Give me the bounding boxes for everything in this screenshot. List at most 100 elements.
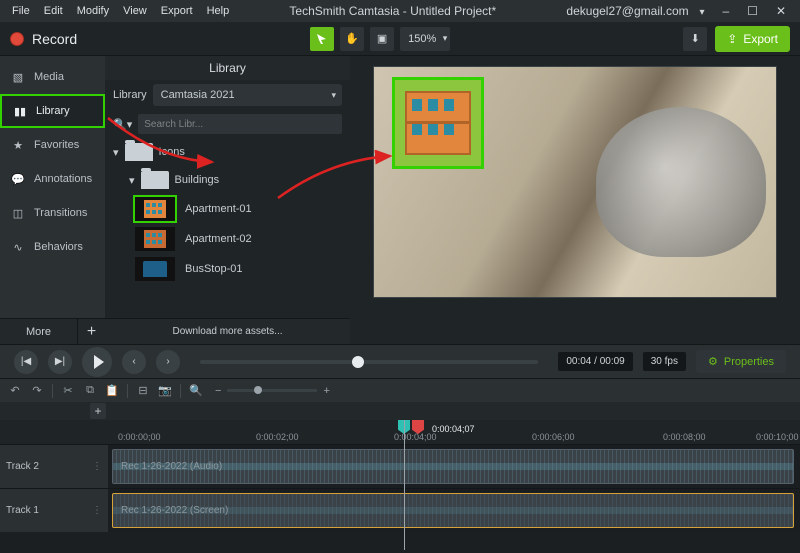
export-label: Export (743, 32, 778, 46)
zoom-in-icon[interactable]: + (323, 385, 329, 397)
library-search-input[interactable]: Search Libr... (138, 114, 342, 134)
library-asset-apartment-01[interactable]: Apartment-01 (113, 194, 342, 224)
sidebar-item-label: Favorites (34, 139, 79, 151)
sidebar-item-media[interactable]: ▧ Media (0, 60, 105, 94)
track-name: Track 2 (6, 461, 39, 472)
ruler-mark: 0:00:04;00 (394, 432, 437, 442)
export-button[interactable]: ⇪ Export (715, 26, 790, 52)
menu-file[interactable]: File (6, 3, 36, 19)
split-button[interactable]: ⊟ (136, 384, 150, 397)
canvas-preview[interactable] (373, 66, 777, 298)
sidebar-item-transitions[interactable]: ◫ Transitions (0, 196, 105, 230)
clip-screen[interactable]: Rec 1-26-2022 (Screen) (112, 493, 794, 528)
step-back-button[interactable]: ▶| (48, 350, 72, 374)
selected-asset-on-canvas[interactable] (392, 77, 484, 169)
scrubber-handle[interactable] (352, 356, 364, 368)
play-button[interactable] (82, 347, 112, 377)
screenshot-button[interactable]: 📷 (158, 384, 172, 397)
zoom-out-icon[interactable]: − (215, 385, 221, 397)
folder-icon (141, 171, 169, 189)
track-body[interactable]: Rec 1-26-2022 (Screen) (108, 489, 800, 532)
canvas-zoom-dropdown[interactable]: 150% (400, 27, 450, 51)
playback-scrubber[interactable] (200, 360, 538, 364)
prev-clip-button[interactable]: |◀ (14, 350, 38, 374)
video-content-kettle (596, 107, 766, 257)
star-icon: ★ (10, 139, 26, 151)
folder-icon (125, 143, 153, 161)
undo-button[interactable]: ↶ (8, 384, 22, 397)
zoom-find-button[interactable]: 🔍 (189, 384, 203, 397)
timeline-tool-row: ↶ ↷ ✂ ⧉ 📋 ⊟ 📷 🔍 − + (0, 378, 800, 402)
download-button[interactable]: ⬇ (683, 27, 707, 51)
zoom-handle[interactable] (254, 386, 262, 394)
cut-button[interactable]: ✂ (61, 384, 75, 397)
track-options-icon[interactable]: ⋮ (92, 461, 102, 472)
track-header[interactable]: Track 1 ⋮ (0, 489, 108, 532)
library-folder-icons[interactable]: ▾ Icons (113, 138, 342, 166)
track-name: Track 1 (6, 505, 39, 516)
asset-label: Apartment-01 (185, 203, 252, 215)
sidebar-item-behaviors[interactable]: ∿ Behaviors (0, 230, 105, 264)
library-folder-buildings[interactable]: ▾ Buildings (113, 166, 342, 194)
ruler-mark: 0:00:08;00 (663, 432, 706, 442)
record-button[interactable]: Record (10, 31, 77, 47)
sidebar-item-annotations[interactable]: 💬 Annotations (0, 162, 105, 196)
timeline-zoom-slider[interactable]: − + (215, 385, 330, 397)
cursor-tool-button[interactable] (310, 27, 334, 51)
timeline-ruler[interactable]: 0:00:04;07 0:00:00;00 0:00:02;00 0:00:04… (0, 420, 800, 444)
track-body[interactable]: Rec 1-26-2022 (Audio) (108, 445, 800, 488)
asset-thumbnail (135, 197, 175, 221)
sidebar-item-label: Media (34, 71, 64, 83)
playhead-line[interactable] (404, 420, 405, 550)
menu-bar: File Edit Modify View Export Help (6, 3, 235, 19)
step-forward-button[interactable]: ‹ (122, 350, 146, 374)
canvas-area (350, 56, 800, 344)
app-title: TechSmith Camtasia - Untitled Project* (235, 4, 550, 18)
sidebar-more-button[interactable]: More (0, 318, 77, 344)
menu-edit[interactable]: Edit (38, 3, 69, 19)
sidebar-add-button[interactable]: + (77, 318, 105, 344)
asset-label: BusStop-01 (185, 263, 242, 275)
menu-export[interactable]: Export (155, 3, 199, 19)
account-email[interactable]: dekugel27@gmail.com ▾ (550, 4, 712, 18)
pan-tool-button[interactable]: ✋ (340, 27, 364, 51)
sidebar-item-favorites[interactable]: ★ Favorites (0, 128, 105, 162)
library-tree: ▾ Icons ▾ Buildings Apartment-01 Apartme… (105, 138, 350, 318)
asset-thumbnail (135, 257, 175, 281)
clip-audio[interactable]: Rec 1-26-2022 (Audio) (112, 449, 794, 484)
playback-time: 00:04 / 00:09 (558, 352, 632, 371)
main-area: ▧ Media ▮▮ Library ★ Favorites 💬 Annotat… (0, 56, 800, 344)
sidebar-item-library[interactable]: ▮▮ Library (0, 94, 105, 128)
sidebar-item-label: Behaviors (34, 241, 83, 253)
sidebar-item-label: Annotations (34, 173, 92, 185)
menu-help[interactable]: Help (201, 3, 236, 19)
library-asset-apartment-02[interactable]: Apartment-02 (113, 224, 342, 254)
chevron-down-icon: ▾ (113, 146, 119, 159)
download-more-assets-link[interactable]: Download more assets... (105, 318, 350, 344)
library-selector-dropdown[interactable]: Camtasia 2021 (153, 84, 342, 106)
timeline-track-1: Track 1 ⋮ Rec 1-26-2022 (Screen) (0, 488, 800, 532)
library-asset-busstop-01[interactable]: BusStop-01 (113, 254, 342, 284)
add-track-button[interactable]: + (90, 403, 106, 419)
search-icon[interactable]: 🔍▾ (113, 118, 132, 131)
properties-button[interactable]: ⚙ Properties (696, 350, 786, 373)
transition-icon: ◫ (10, 207, 26, 219)
ruler-mark: 0:00:02;00 (256, 432, 299, 442)
window-close[interactable]: ✕ (768, 4, 794, 18)
track-options-icon[interactable]: ⋮ (92, 505, 102, 516)
library-label: Library (113, 89, 147, 101)
redo-button[interactable]: ↷ (30, 384, 44, 397)
next-clip-button[interactable]: › (156, 350, 180, 374)
window-minimize[interactable]: – (714, 4, 737, 18)
track-header[interactable]: Track 2 ⋮ (0, 445, 108, 488)
menu-modify[interactable]: Modify (71, 3, 115, 19)
crop-tool-button[interactable]: ▣ (370, 27, 394, 51)
paste-button[interactable]: 📋 (105, 384, 119, 397)
media-icon: ▧ (10, 71, 26, 83)
copy-button[interactable]: ⧉ (83, 384, 97, 397)
window-maximize[interactable]: ☐ (739, 4, 766, 18)
library-header: Library (105, 56, 350, 80)
menu-view[interactable]: View (117, 3, 153, 19)
asset-label: Apartment-02 (185, 233, 252, 245)
annotation-icon: 💬 (10, 173, 26, 185)
